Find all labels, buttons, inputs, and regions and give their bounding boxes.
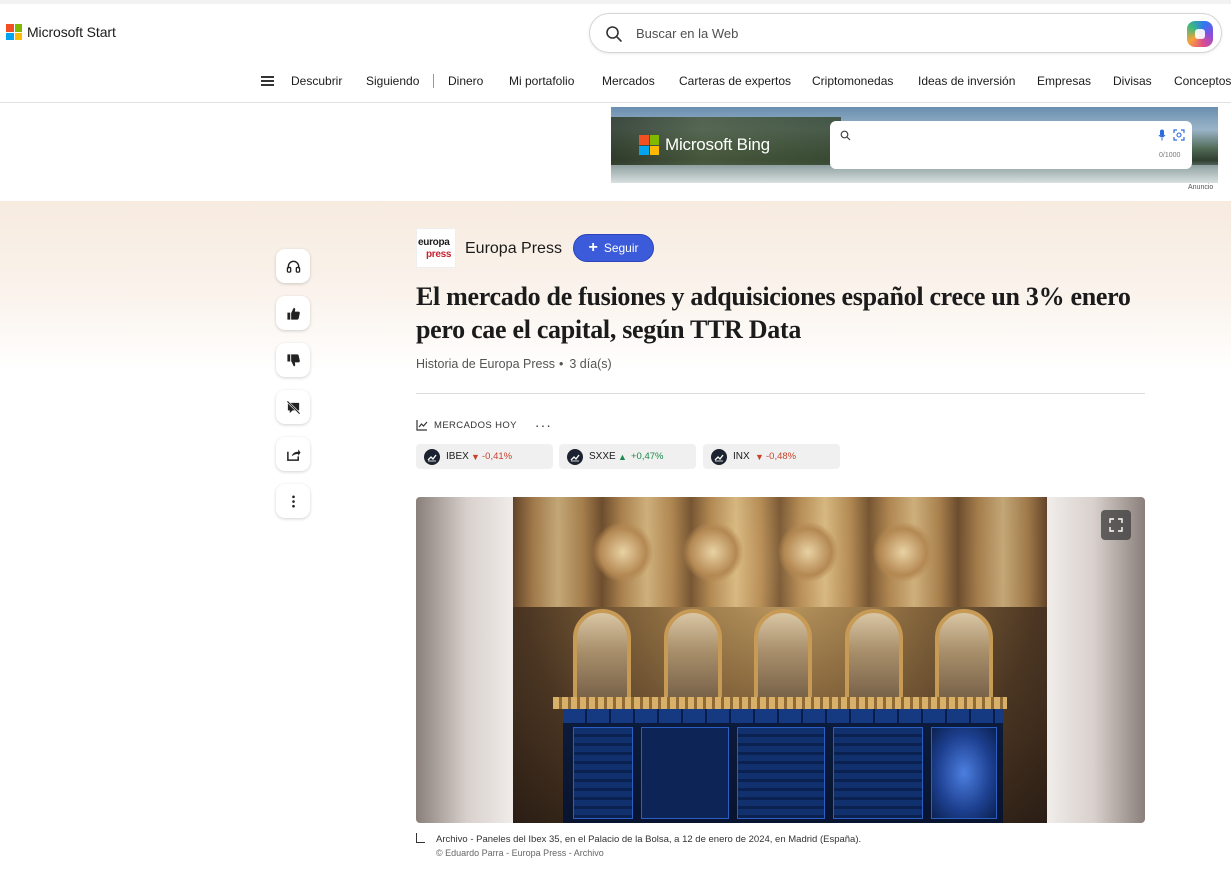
ad-label: Anuncio: [1188, 184, 1214, 191]
comment-off-icon: [286, 400, 300, 414]
brand-name: Microsoft Start: [27, 24, 116, 40]
follow-label: Seguir: [603, 241, 639, 255]
photo-vault: [873, 522, 933, 582]
search-icon: [606, 26, 622, 42]
markets-today-label: MERCADOS HOY: [434, 419, 517, 431]
article-source: Historia de Europa Press: [416, 357, 555, 371]
search-icon: [840, 130, 851, 141]
article-age: 3 día(s): [569, 357, 612, 371]
article-hero-image[interactable]: [416, 497, 1145, 823]
photo-ticker-strip: [563, 709, 1003, 723]
ticker-inx[interactable]: INX ▼ -0,48%: [703, 444, 840, 469]
publisher-logo-line1: europa: [418, 237, 450, 248]
thumbs-up-icon: [286, 307, 300, 320]
article-meta: Historia de Europa Press • 3 día(s): [416, 357, 612, 371]
nav-item-ideas-de-inversion[interactable]: Ideas de inversión: [918, 74, 1015, 88]
ticker-change: -0,41%: [482, 451, 513, 462]
publisher-logo-line2: press: [426, 249, 452, 260]
dislike-button[interactable]: [276, 343, 310, 377]
ticker-symbol: IBEX: [446, 451, 469, 462]
photo-vault: [683, 522, 743, 582]
photo-panel: [833, 727, 923, 819]
publisher-name[interactable]: Europa Press: [465, 240, 562, 258]
article-title: El mercado de fusiones y adquisiciones e…: [416, 282, 1131, 344]
market-index-icon: [711, 449, 727, 465]
share-button[interactable]: [276, 437, 310, 471]
chart-icon: [416, 420, 428, 431]
thumbs-down-icon: [286, 353, 300, 366]
plus-icon: +: [588, 238, 598, 256]
photo-stock-screens: [563, 709, 1003, 823]
nav-item-carteras-de-expertos[interactable]: Carteras de expertos: [679, 74, 791, 88]
copilot-icon[interactable]: [1187, 21, 1213, 47]
headphones-icon: [286, 260, 300, 273]
nav-separator: [433, 74, 434, 88]
visual-search-icon[interactable]: [1173, 129, 1185, 141]
character-counter: 0/1000: [1159, 152, 1181, 159]
more-options-button[interactable]: [276, 484, 310, 518]
nav-item-dinero[interactable]: Dinero: [448, 74, 483, 88]
microsoft-logo-icon: [6, 24, 22, 40]
photo-panel: [737, 727, 825, 819]
bing-ad-banner[interactable]: Microsoft Bing 0/1000: [611, 107, 1218, 183]
header-divider: [416, 393, 1145, 394]
market-index-icon: [424, 449, 440, 465]
ad-search-box[interactable]: 0/1000: [830, 121, 1192, 169]
photo-vault: [593, 522, 653, 582]
more-horizontal-icon[interactable]: ···: [535, 418, 552, 432]
publisher-logo[interactable]: europa press: [416, 228, 456, 268]
photo-panel: [573, 727, 633, 819]
nav-item-mercados[interactable]: Mercados: [602, 74, 655, 88]
fullscreen-button[interactable]: [1101, 510, 1131, 540]
nav-item-mi-portafolio[interactable]: Mi portafolio: [509, 74, 574, 88]
ticker-ibex[interactable]: IBEX ▼ -0,41%: [416, 444, 553, 469]
caption-corner-icon: [416, 833, 425, 843]
nav-item-empresas[interactable]: Empresas: [1037, 74, 1091, 88]
share-icon: [286, 448, 301, 461]
caption-text: Archivo - Paneles del Ibex 35, en el Pal…: [436, 834, 862, 845]
microphone-icon[interactable]: [1158, 129, 1166, 141]
down-arrow-icon: ▼: [471, 452, 480, 462]
nav-item-siguiendo[interactable]: Siguiendo: [366, 74, 419, 88]
photo-balcony: [553, 697, 1007, 709]
menu-icon[interactable]: [260, 74, 276, 88]
fullscreen-icon: [1109, 518, 1123, 532]
microsoft-start-logo[interactable]: Microsoft Start: [6, 24, 116, 40]
down-arrow-icon: ▼: [755, 452, 764, 462]
more-vertical-icon: [291, 495, 295, 507]
markets-today-header: MERCADOS HOY ···: [416, 418, 552, 432]
bing-brand-text: Microsoft Bing: [665, 135, 770, 154]
search-placeholder[interactable]: Buscar en la Web: [636, 26, 738, 41]
web-search-bar[interactable]: Buscar en la Web: [589, 13, 1222, 53]
listen-button[interactable]: [276, 249, 310, 283]
up-arrow-icon: ▲: [618, 452, 627, 462]
ticker-change: +0,47%: [631, 451, 664, 462]
bing-logo: Microsoft Bing: [639, 135, 770, 155]
nav-item-conceptos[interactable]: Conceptos: [1174, 74, 1231, 88]
market-index-icon: [567, 449, 583, 465]
photo-panel: [931, 727, 997, 819]
nav-item-divisas[interactable]: Divisas: [1113, 74, 1152, 88]
nav-item-descubrir[interactable]: Descubrir: [291, 74, 342, 88]
follow-button[interactable]: + Seguir: [573, 234, 654, 262]
microsoft-logo-icon: [639, 135, 659, 155]
ticker-sxxe[interactable]: SXXE ▲ +0,47%: [559, 444, 696, 469]
ticker-symbol: SXXE: [589, 451, 616, 462]
photo-panel: [641, 727, 729, 819]
caption-credit: © Eduardo Parra - Europa Press - Archivo: [436, 848, 604, 858]
ticker-change: -0,48%: [766, 451, 797, 462]
stock-exchange-photo: [513, 497, 1047, 823]
meta-dot: •: [558, 357, 564, 371]
top-navigation: Descubrir Siguiendo Dinero Mi portafolio…: [0, 64, 1231, 103]
nav-item-criptomonedas[interactable]: Criptomonedas: [812, 74, 893, 88]
top-strip: [0, 0, 1231, 4]
like-button[interactable]: [276, 296, 310, 330]
ticker-symbol: INX: [733, 451, 750, 462]
publisher-row: europa press Europa Press + Seguir: [416, 228, 654, 268]
photo-vault: [778, 522, 838, 582]
comments-button[interactable]: [276, 390, 310, 424]
